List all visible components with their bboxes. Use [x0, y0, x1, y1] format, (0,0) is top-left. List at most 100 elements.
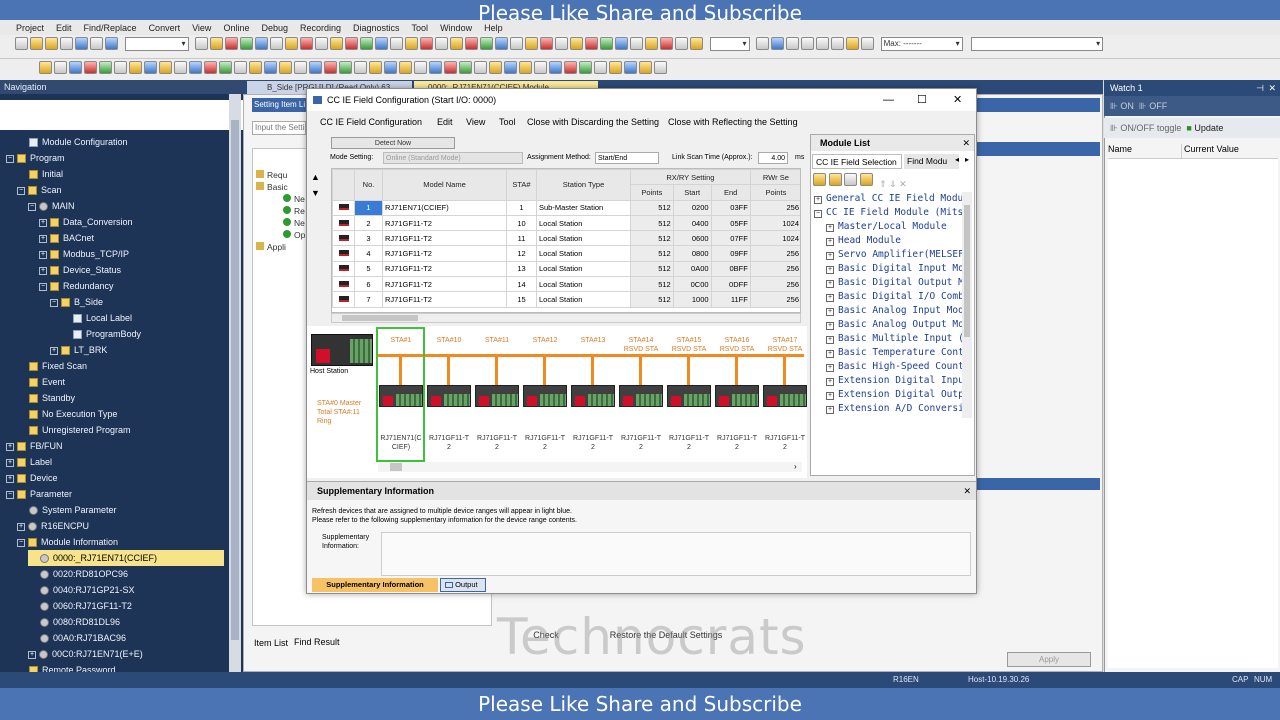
edit-tool-icon[interactable] [555, 37, 569, 50]
cell-end[interactable]: 07FF [710, 230, 751, 247]
cell-points[interactable]: 512 [630, 245, 674, 262]
debug-tool-icon[interactable] [846, 37, 860, 50]
program-tool-icon[interactable] [654, 61, 667, 74]
nav-item[interactable]: + BACnet [39, 230, 94, 246]
program-tool-icon[interactable] [174, 61, 187, 74]
nav-item[interactable]: + Modbus_TCP/IP [39, 246, 129, 262]
expand-toggle-icon[interactable]: + [814, 196, 822, 204]
nav-item[interactable]: − Scan [17, 182, 62, 198]
nav-item[interactable]: + LT_BRK [50, 342, 107, 358]
menu-window[interactable]: Window [440, 23, 472, 33]
cell-type[interactable]: Sub-Master Station [536, 199, 631, 216]
debug-tool-icon[interactable] [816, 37, 830, 50]
station-row[interactable]: 2 RJ71GF11-T2 10 Local Station 512 0400 05FF 10… [332, 214, 800, 232]
program-tool-icon[interactable] [159, 61, 172, 74]
program-tool-icon[interactable] [369, 61, 382, 74]
program-tool-icon[interactable] [84, 61, 97, 74]
watch-col-name[interactable]: Name [1108, 144, 1182, 158]
program-tool-icon[interactable] [624, 61, 637, 74]
debug-tool-icon[interactable] [771, 37, 785, 50]
expand-toggle-icon[interactable]: + [39, 234, 47, 243]
station-module[interactable] [523, 385, 567, 407]
edit-tool-icon[interactable] [270, 37, 284, 50]
cell-rwr[interactable]: 1024 [749, 230, 800, 247]
cell-rwr[interactable]: 1024 [749, 214, 800, 232]
cell-type[interactable]: Local Station [536, 230, 631, 247]
expand-toggle-icon[interactable]: + [826, 392, 834, 400]
expand-toggle-icon[interactable]: + [826, 322, 834, 330]
cell-no[interactable]: 1 [354, 199, 383, 216]
file-tool-icon[interactable] [15, 37, 28, 50]
up-arrow-icon[interactable]: ▲ [311, 172, 320, 182]
col-sta[interactable]: STA# [506, 169, 537, 201]
col-rwr-points[interactable]: Points [749, 184, 800, 201]
expand-toggle-icon[interactable]: + [17, 522, 25, 531]
module-list-item[interactable]: + Extension Digital Output [826, 388, 962, 402]
watch-close-icon[interactable]: ✕ [1268, 80, 1276, 96]
station-row[interactable]: 4 RJ71GF11-T2 12 Local Station 512 0800 09FF 25… [332, 245, 800, 262]
expand-toggle-icon[interactable]: + [39, 266, 47, 275]
menu-diagnostics[interactable]: Diagnostics [353, 23, 400, 33]
col-points[interactable]: Points [630, 184, 674, 201]
program-tool-icon[interactable] [399, 61, 412, 74]
edit-tool-icon[interactable] [630, 37, 644, 50]
cell-start[interactable]: 0C00 [672, 276, 712, 293]
diagram-h-scrollbar[interactable] [378, 462, 802, 472]
supplementary-close-icon[interactable]: ✕ [963, 482, 971, 500]
setting-search-input[interactable]: Input the Setting [252, 121, 306, 135]
program-tool-icon[interactable] [204, 61, 217, 74]
edit-tool-icon[interactable] [465, 37, 479, 50]
station-module[interactable] [619, 385, 663, 407]
nav-item[interactable]: + FB/FUN [6, 438, 63, 454]
cell-rwr[interactable]: 256 [749, 291, 800, 308]
watch-pin-icon[interactable]: ⊣ [1256, 80, 1264, 96]
edit-tool-icon[interactable] [600, 37, 614, 50]
expand-toggle-icon[interactable]: + [826, 308, 834, 316]
cell-rwr[interactable]: 256 [749, 276, 800, 293]
file-tool-icon[interactable] [60, 37, 73, 50]
edit-tool-icon[interactable] [405, 37, 419, 50]
module-list-item[interactable]: + Basic Digital Input Modu [826, 262, 962, 276]
edit-tool-icon[interactable] [210, 37, 224, 50]
cell-sta[interactable]: 11 [506, 230, 537, 247]
cell-points[interactable]: 512 [630, 260, 674, 278]
ccie-menu-item[interactable]: Edit [437, 114, 453, 130]
edit-tool-icon[interactable] [300, 37, 314, 50]
nav-item[interactable]: + Device_Status [39, 262, 121, 278]
program-tool-icon[interactable] [579, 61, 592, 74]
expand-toggle-icon[interactable]: − [28, 202, 36, 211]
program-tool-icon[interactable] [249, 61, 262, 74]
menu-project[interactable]: Project [16, 23, 44, 33]
menu-findreplace[interactable]: Find/Replace [84, 23, 137, 33]
nav-item[interactable]: 0020:RD81OPC96 [28, 566, 128, 582]
file-tool-icon[interactable] [30, 37, 43, 50]
menu-edit[interactable]: Edit [56, 23, 72, 33]
program-tool-icon[interactable] [339, 61, 352, 74]
program-tool-icon[interactable] [474, 61, 487, 74]
edit-tool-icon[interactable] [525, 37, 539, 50]
program-tool-icon[interactable] [324, 61, 337, 74]
nav-item[interactable]: Event [17, 374, 65, 390]
nav-item[interactable]: 0080:RD81DL96 [28, 614, 120, 630]
expand-toggle-icon[interactable]: − [17, 538, 25, 547]
station-module[interactable] [667, 385, 711, 407]
station-module[interactable] [475, 385, 519, 407]
expand-toggle-icon[interactable]: + [826, 252, 834, 260]
module-list-item[interactable]: + Basic Digital Output Mo [826, 276, 962, 290]
nav-item[interactable]: System Parameter [17, 502, 117, 518]
file-tool-icon[interactable] [105, 37, 118, 50]
module-list-item[interactable]: + Basic Multiple Input (Vo [826, 332, 962, 346]
station-row[interactable]: 5 RJ71GF11-T2 13 Local Station 512 0A00 0BFF 25… [332, 260, 800, 278]
program-tool-icon[interactable] [54, 61, 67, 74]
col-rxry-setting[interactable]: RX/RY Setting [630, 169, 751, 186]
expand-toggle-icon[interactable]: + [826, 406, 834, 414]
cell-sta[interactable]: 10 [506, 214, 537, 232]
expand-toggle-icon[interactable]: − [50, 298, 58, 307]
cell-end[interactable]: 03FF [710, 199, 751, 216]
cell-type[interactable]: Local Station [536, 276, 631, 293]
sort-desc-icon[interactable] [828, 173, 842, 186]
nav-scroll-thumb[interactable] [231, 120, 239, 640]
maximize-icon[interactable]: ☐ [917, 89, 927, 111]
station-row[interactable]: 3 RJ71GF11-T2 11 Local Station 512 0600 07FF 10… [332, 230, 800, 247]
cell-sta[interactable]: 15 [506, 291, 537, 308]
